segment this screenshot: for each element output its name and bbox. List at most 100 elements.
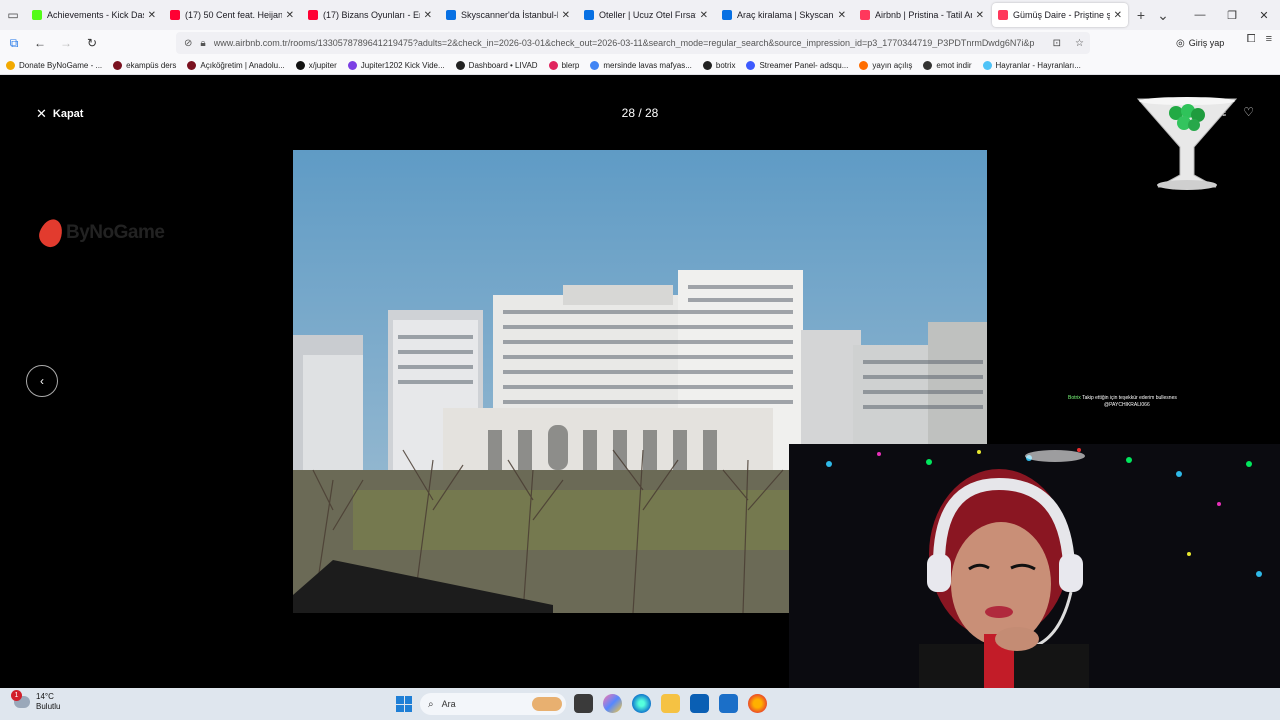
url-text[interactable]: www.airbnb.com.tr/rooms/1330578789641219… bbox=[214, 38, 1045, 48]
bookmark-favicon-icon bbox=[923, 60, 933, 70]
tab-close-icon[interactable]: ✕ bbox=[1114, 10, 1122, 21]
extensions-icon[interactable]: ⧠ bbox=[1247, 33, 1256, 46]
bookmark-item[interactable]: yayın açılış bbox=[859, 60, 912, 70]
bookmark-favicon-icon bbox=[548, 60, 558, 70]
reader-view-icon[interactable]: ⊡ bbox=[1053, 38, 1061, 49]
window-controls: — ❐ ✕ bbox=[1184, 0, 1280, 30]
bookmark-item[interactable]: Streamer Panel- adsqu... bbox=[746, 60, 849, 70]
signin-button[interactable]: ◎ Giriş yap bbox=[1172, 33, 1228, 53]
restore-button[interactable]: ❐ bbox=[1216, 0, 1248, 30]
bookmark-label: Streamer Panel- adsqu... bbox=[759, 60, 849, 70]
tab-close-icon[interactable]: ✕ bbox=[562, 10, 570, 21]
tab-bar: ▭ Achievements - Kick Dashb✕(17) 50 Cent… bbox=[0, 0, 1280, 30]
signin-label: Giriş yap bbox=[1188, 38, 1225, 48]
browser-tab[interactable]: Oteller | Ucuz Otel Fırsatları ✕ bbox=[578, 3, 714, 27]
bookmark-item[interactable]: ekampüs ders bbox=[113, 60, 177, 70]
bookmark-label: Dashboard • LIVAD bbox=[468, 60, 538, 70]
file-explorer-icon[interactable] bbox=[661, 694, 680, 713]
previous-photo-button[interactable]: ‹ bbox=[26, 365, 58, 397]
bookmark-item[interactable]: Donate ByNoGame - ... bbox=[6, 60, 102, 70]
tab-close-icon[interactable]: ✕ bbox=[700, 10, 708, 21]
browser-tab[interactable]: (17) 50 Cent feat. Heijan - J ✕ bbox=[164, 3, 300, 27]
bookmark-favicon-icon bbox=[295, 60, 305, 70]
tab-title: (17) 50 Cent feat. Heijan - J bbox=[185, 10, 282, 20]
bookmark-item[interactable]: emot indir bbox=[923, 60, 972, 70]
martini-glass-overlay bbox=[1136, 97, 1238, 190]
minimize-button[interactable]: — bbox=[1184, 0, 1216, 30]
bookmark-item[interactable]: botrix bbox=[702, 60, 735, 70]
tab-close-icon[interactable]: ✕ bbox=[424, 10, 432, 21]
bookmark-item[interactable]: x/jupiter bbox=[295, 60, 337, 70]
chat-username: Botrix bbox=[1068, 395, 1081, 401]
bookmark-favicon-icon bbox=[347, 60, 357, 70]
stream-chat-overlay: Botrix Takip ettiğin için teşekkür ederi… bbox=[1068, 395, 1228, 409]
heart-icon[interactable]: ♡ bbox=[1243, 105, 1254, 119]
favicon-icon bbox=[722, 10, 732, 20]
photo-viewer: ✕ Kapat 28 / 28 ⇪ ♡ ByNoGame ‹ bbox=[0, 75, 1280, 690]
bookmark-favicon-icon bbox=[455, 60, 465, 70]
new-tab-button[interactable]: + bbox=[1130, 0, 1152, 30]
back-button[interactable]: ← bbox=[28, 31, 52, 55]
close-window-button[interactable]: ✕ bbox=[1248, 0, 1280, 30]
tab-title: Oteller | Ucuz Otel Fırsatları bbox=[599, 10, 696, 20]
bookmark-item[interactable]: Hayranlar - Hayranları... bbox=[982, 60, 1081, 70]
weather-widget[interactable]: 1 14°C Bulutlu bbox=[11, 690, 61, 712]
browser-tab[interactable]: Araç kiralama | Skyscanner ✕ bbox=[716, 3, 852, 27]
browser-tab[interactable]: Skyscanner'da İstanbul-Priş ✕ bbox=[440, 3, 576, 27]
tab-close-icon[interactable]: ✕ bbox=[148, 10, 156, 21]
lock-icon[interactable]: 🔒︎ bbox=[200, 38, 205, 49]
bookmark-label: ekampüs ders bbox=[126, 60, 177, 70]
outlook-icon[interactable] bbox=[719, 694, 738, 713]
site-info-icon[interactable]: ⊘ bbox=[184, 38, 192, 49]
bookmark-item[interactable]: Açıköğretim | Anadolu... bbox=[187, 60, 285, 70]
favicon-icon bbox=[170, 10, 180, 20]
tab-close-icon[interactable]: ✕ bbox=[976, 10, 984, 21]
store-icon[interactable] bbox=[690, 694, 709, 713]
account-icon: ◎ bbox=[1176, 37, 1185, 49]
bookmark-item[interactable]: blerp bbox=[548, 60, 579, 70]
tab-close-icon[interactable]: ✕ bbox=[286, 10, 294, 21]
bookmark-item[interactable]: Jupiter1202 Kick Vide... bbox=[347, 60, 445, 70]
weather-condition: Bulutlu bbox=[36, 702, 61, 711]
sidebar-toggle-icon[interactable]: ⧉ bbox=[2, 31, 26, 55]
start-button[interactable] bbox=[396, 696, 412, 712]
streamer-webcam-image bbox=[789, 444, 1280, 690]
taskbar-search[interactable]: ⌕ Ara bbox=[420, 693, 566, 715]
bookmark-star-icon[interactable]: ☆ bbox=[1075, 38, 1084, 49]
reload-button[interactable]: ↻ bbox=[80, 31, 104, 55]
firefox-icon[interactable] bbox=[748, 694, 767, 713]
tab-title: Gümüş Daire - Priştine şehr bbox=[1013, 10, 1110, 20]
tab-list-icon[interactable]: ▭ bbox=[0, 0, 26, 30]
chevron-left-icon: ‹ bbox=[40, 374, 44, 388]
search-icon: ⌕ bbox=[428, 698, 434, 710]
chat-message: @PAYCHIKRALI066 bbox=[1104, 402, 1150, 408]
notification-badge: 1 bbox=[11, 690, 22, 701]
tab-title: Araç kiralama | Skyscanner bbox=[737, 10, 834, 20]
close-icon: ✕ bbox=[36, 106, 47, 121]
bookmark-favicon-icon bbox=[113, 60, 123, 70]
cloud-icon: 1 bbox=[11, 690, 30, 708]
windows-logo-icon bbox=[396, 696, 404, 704]
favicon-icon bbox=[860, 10, 870, 20]
browser-tab[interactable]: Airbnb | Pristina - Tatil Ama ✕ bbox=[854, 3, 990, 27]
edge-icon[interactable] bbox=[632, 694, 651, 713]
task-view-icon[interactable] bbox=[574, 694, 593, 713]
stream-logo: ByNoGame bbox=[35, 216, 165, 250]
close-label: Kapat bbox=[52, 108, 84, 120]
bookmark-favicon-icon bbox=[6, 60, 15, 70]
forward-button[interactable]: → bbox=[54, 31, 78, 55]
copilot-icon[interactable] bbox=[603, 694, 622, 713]
close-viewer-button[interactable]: ✕ Kapat bbox=[36, 106, 83, 122]
tab-overflow-chevron-icon[interactable]: ⌄ bbox=[1152, 0, 1174, 30]
tab-close-icon[interactable]: ✕ bbox=[838, 10, 846, 21]
bookmark-label: Açıköğretim | Anadolu... bbox=[200, 60, 285, 70]
navigation-bar: ⧉ ← → ↻ ⊘ 🔒︎ www.airbnb.com.tr/rooms/133… bbox=[0, 30, 1280, 56]
browser-tab[interactable]: Achievements - Kick Dashb ✕ bbox=[26, 3, 162, 27]
bookmark-item[interactable]: Dashboard • LIVAD bbox=[455, 60, 538, 70]
menu-icon[interactable]: ≡ bbox=[1266, 33, 1272, 46]
bookmark-item[interactable]: mersinde lavas mafyas... bbox=[590, 60, 692, 70]
browser-tab[interactable]: Gümüş Daire - Priştine şehr ✕ bbox=[992, 3, 1128, 27]
favicon-icon bbox=[32, 10, 42, 20]
address-bar[interactable]: ⊘ 🔒︎ www.airbnb.com.tr/rooms/13305787896… bbox=[176, 32, 1090, 54]
browser-tab[interactable]: (17) Bizans Oyunları - En K ✕ bbox=[302, 3, 438, 27]
